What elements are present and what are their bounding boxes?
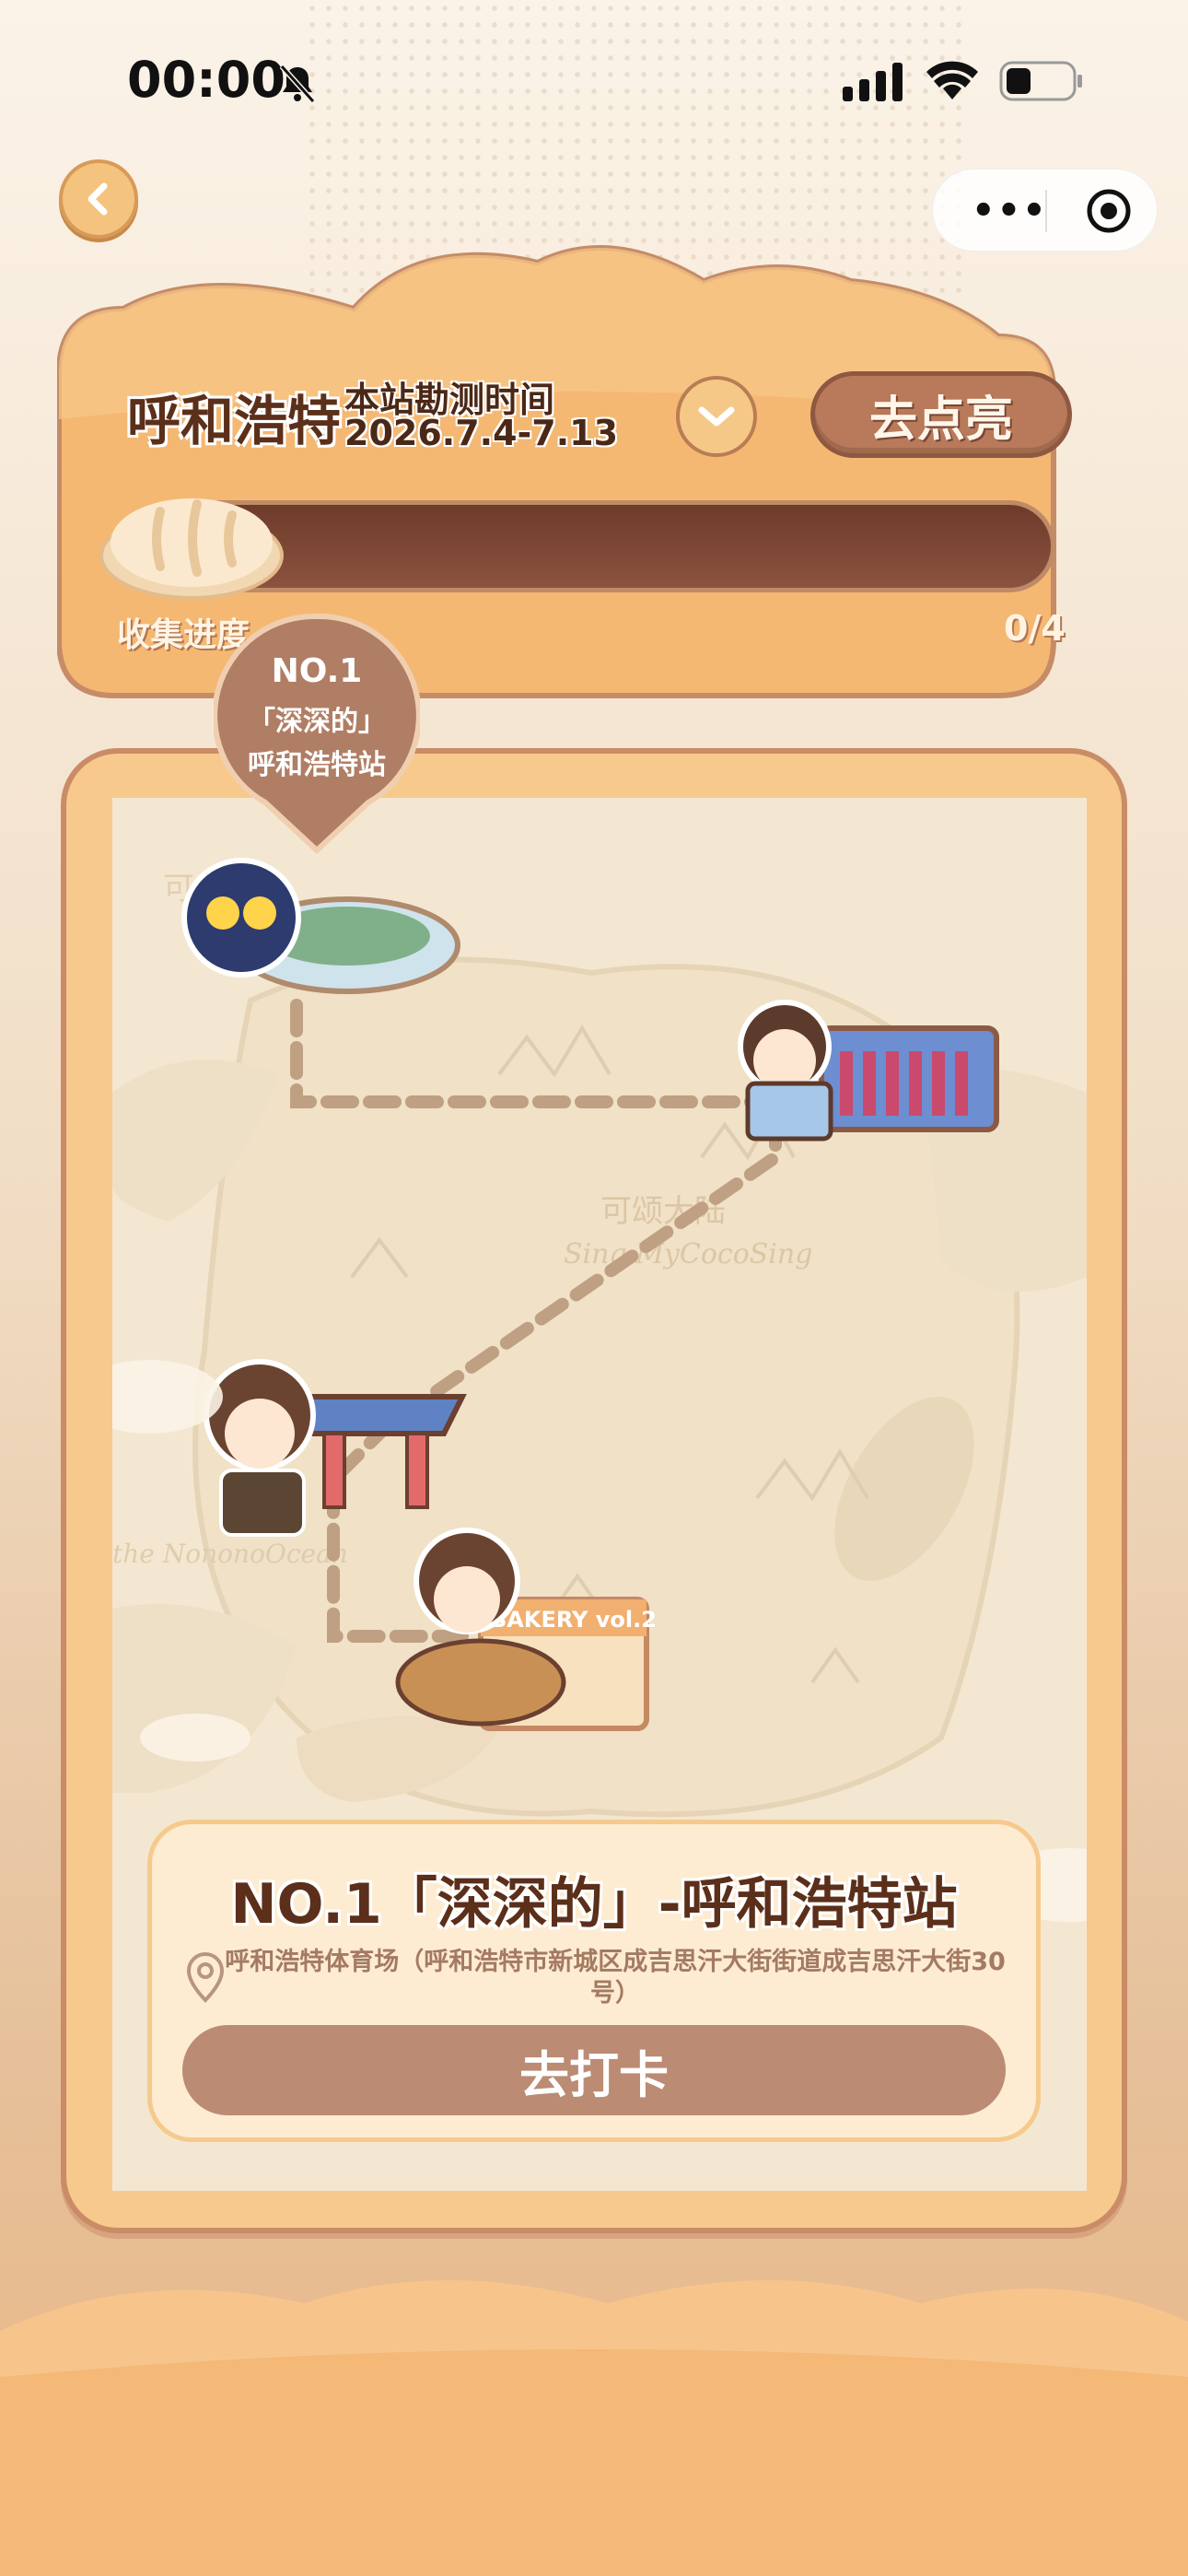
capsule-divider [1045, 190, 1047, 232]
checkin-button[interactable]: 去打卡 [182, 2025, 1006, 2115]
pin-station: 呼和浩特站 [248, 749, 386, 781]
battery-icon [999, 61, 1082, 101]
pin-number: NO.1 [271, 652, 363, 690]
bakery-sign: BAKERY vol.2 [490, 1607, 657, 1633]
station-title: NO.1「深深的」-呼和浩特站 [230, 1872, 958, 1937]
signal-icon [843, 63, 903, 101]
pin-name: 「深深的」 [248, 706, 386, 738]
station-address: 呼和浩特体育场（呼和浩特市新城区成吉思汗大街街道成吉思汗大街30号） [225, 1948, 1006, 2008]
wifi-icon [926, 61, 978, 100]
light-up-button[interactable]: 去点亮 [810, 371, 1072, 458]
map-label-sing: Sing MyCocoSing [564, 1238, 812, 1270]
status-bar: 00:00 [0, 0, 1188, 157]
location-pin-icon [186, 1951, 225, 2003]
more-icon[interactable]: ••• [972, 193, 1048, 229]
status-time: 00:00 [127, 51, 285, 109]
city-name: 呼和浩特 [127, 390, 342, 452]
stop-1-stadium[interactable] [181, 858, 460, 994]
map-label-ocean: the NononoOcean [112, 1539, 348, 1569]
bell-muted-icon [279, 64, 316, 104]
station-dropdown-button[interactable] [676, 376, 757, 457]
station-info-card: NO.1「深深的」-呼和浩特站 呼和浩特体育场（呼和浩特市新城区成吉思汗大街街道… [147, 1820, 1041, 2142]
progress-count: 0/4 [1004, 608, 1066, 649]
back-button[interactable] [59, 159, 138, 239]
period-dates: 2026.7.4-7.13 [344, 413, 619, 453]
chevron-down-icon [698, 406, 735, 427]
bread-icon [99, 498, 284, 600]
chevron-left-icon [87, 182, 108, 216]
bottom-wave-decoration [0, 2280, 1188, 2576]
target-icon[interactable] [1085, 187, 1133, 235]
